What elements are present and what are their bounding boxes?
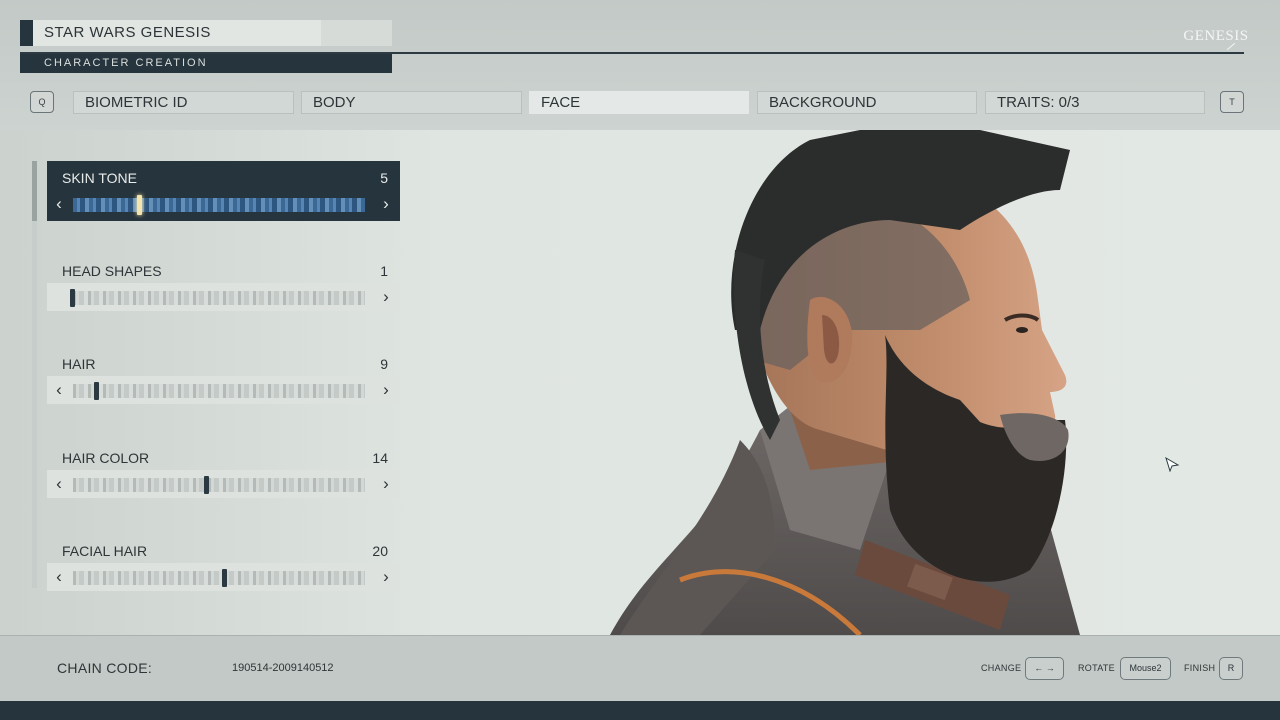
slider-list-scrollbar[interactable] [32, 161, 37, 588]
character-model[interactable] [560, 130, 1180, 635]
tab-biometric-id[interactable]: BIOMETRIC ID [73, 91, 294, 114]
slider-value: 20 [372, 543, 388, 559]
slider-thumb[interactable] [204, 476, 209, 494]
finish-key-hint[interactable]: R [1219, 657, 1243, 680]
chevron-right-icon[interactable]: › [375, 471, 397, 497]
chain-code-label: CHAIN CODE: [57, 660, 153, 676]
chevron-left-icon[interactable]: ‹ [48, 471, 70, 497]
change-hint-label: CHANGE [981, 663, 1022, 673]
chevron-right-icon[interactable]: › [375, 284, 397, 310]
slider-thumb[interactable] [70, 289, 75, 307]
title-accent-mark [20, 20, 33, 46]
slider-track[interactable] [73, 198, 365, 212]
chevron-left-icon[interactable]: ‹ [48, 191, 70, 217]
genesis-logo: GENESIS [1183, 28, 1249, 44]
game-title: STAR WARS GENESIS [33, 20, 321, 46]
screen-subtitle: CHARACTER CREATION [20, 54, 392, 73]
chain-code-value: 190514-2009140512 [232, 662, 334, 674]
chevron-left-icon[interactable]: ‹ [48, 564, 70, 590]
bottom-edge-bar [0, 701, 1280, 720]
slider-thumb[interactable] [94, 382, 99, 400]
change-key-hint[interactable]: ← → [1025, 657, 1064, 680]
slider-label: HAIR [62, 356, 96, 372]
slider-hair[interactable]: HAIR 9 ‹ › [47, 347, 400, 407]
slider-value: 9 [380, 356, 388, 372]
tab-traits[interactable]: TRAITS: 0/3 [985, 91, 1205, 114]
slider-track[interactable] [73, 291, 365, 305]
slider-label: HAIR COLOR [62, 450, 150, 466]
chevron-right-icon[interactable]: › [375, 191, 397, 217]
slider-facial-hair[interactable]: FACIAL HAIR 20 ‹ › [47, 534, 400, 594]
slider-track[interactable] [73, 384, 365, 398]
chevron-left-icon[interactable]: ‹ [48, 377, 70, 403]
slider-value: 5 [380, 170, 388, 186]
slider-label: HEAD SHAPES [62, 263, 162, 279]
slider-value: 14 [372, 450, 388, 466]
next-tab-key-hint[interactable]: T [1220, 91, 1244, 113]
scrollbar-thumb[interactable] [32, 161, 37, 221]
slider-skin-tone[interactable]: SKIN TONE 5 ‹ › [47, 161, 400, 221]
slider-track[interactable] [73, 478, 365, 492]
slider-label: FACIAL HAIR [62, 543, 148, 559]
finish-hint-label: FINISH [1184, 663, 1216, 673]
slider-track[interactable] [73, 571, 365, 585]
tab-body[interactable]: BODY [301, 91, 522, 114]
character-portrait-illustration [610, 130, 1080, 635]
slider-value: 1 [380, 263, 388, 279]
tab-face[interactable]: FACE [529, 91, 749, 114]
title-bar-tail [321, 20, 392, 46]
tab-background[interactable]: BACKGROUND [757, 91, 977, 114]
mouse-cursor-icon [1165, 456, 1180, 472]
chevron-right-icon[interactable]: › [375, 564, 397, 590]
rotate-hint-label: ROTATE [1078, 663, 1115, 673]
slider-hair-color[interactable]: HAIR COLOR 14 ‹ › [47, 441, 400, 501]
chevron-right-icon[interactable]: › [375, 377, 397, 403]
slider-thumb[interactable] [222, 569, 227, 587]
prev-tab-key-hint[interactable]: Q [30, 91, 54, 113]
slider-thumb[interactable] [137, 195, 142, 215]
rotate-key-hint[interactable]: Mouse2 [1120, 657, 1171, 680]
slider-label: SKIN TONE [62, 170, 137, 186]
slider-head-shapes[interactable]: HEAD SHAPES 1 › [47, 254, 400, 314]
